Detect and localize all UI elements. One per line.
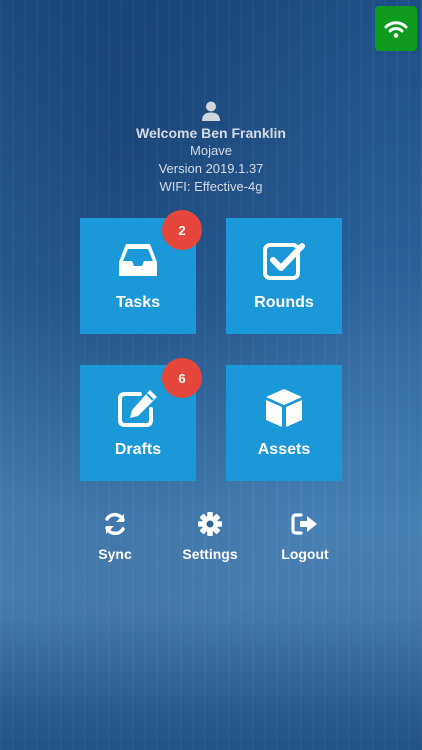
checkbox-icon — [263, 243, 305, 280]
gear-icon — [198, 512, 222, 536]
wifi-text: WIFI: Effective-4g — [159, 179, 263, 194]
cube-icon — [266, 389, 302, 427]
drafts-badge: 6 — [162, 358, 202, 398]
assets-tile[interactable]: Assets — [226, 365, 342, 481]
sync-icon — [105, 512, 125, 536]
user-icon — [202, 101, 220, 121]
logout-label: Logout — [281, 546, 329, 562]
settings-label: Settings — [182, 546, 238, 562]
tasks-badge: 2 — [162, 210, 202, 250]
user-info: Welcome Ben Franklin Mojave Version 2019… — [0, 100, 422, 196]
sync-button[interactable]: Sync — [70, 510, 160, 562]
drafts-label: Drafts — [114, 441, 162, 458]
wifi-status-button[interactable] — [375, 6, 417, 51]
edit-icon — [118, 390, 157, 427]
tasks-label: Tasks — [115, 294, 161, 311]
settings-button[interactable]: Settings — [165, 510, 255, 562]
logout-button[interactable]: Logout — [260, 510, 350, 562]
version-text: Version 2019.1.37 — [158, 161, 264, 176]
assets-label: Assets — [257, 441, 311, 458]
site-name: Mojave — [190, 143, 232, 158]
logout-icon — [291, 513, 317, 535]
inbox-icon — [119, 244, 157, 276]
wifi-icon — [384, 20, 408, 38]
sync-label: Sync — [98, 546, 132, 562]
rounds-tile[interactable]: Rounds — [226, 218, 342, 334]
welcome-text: Welcome Ben Franklin — [136, 125, 286, 141]
rounds-label: Rounds — [254, 294, 314, 311]
